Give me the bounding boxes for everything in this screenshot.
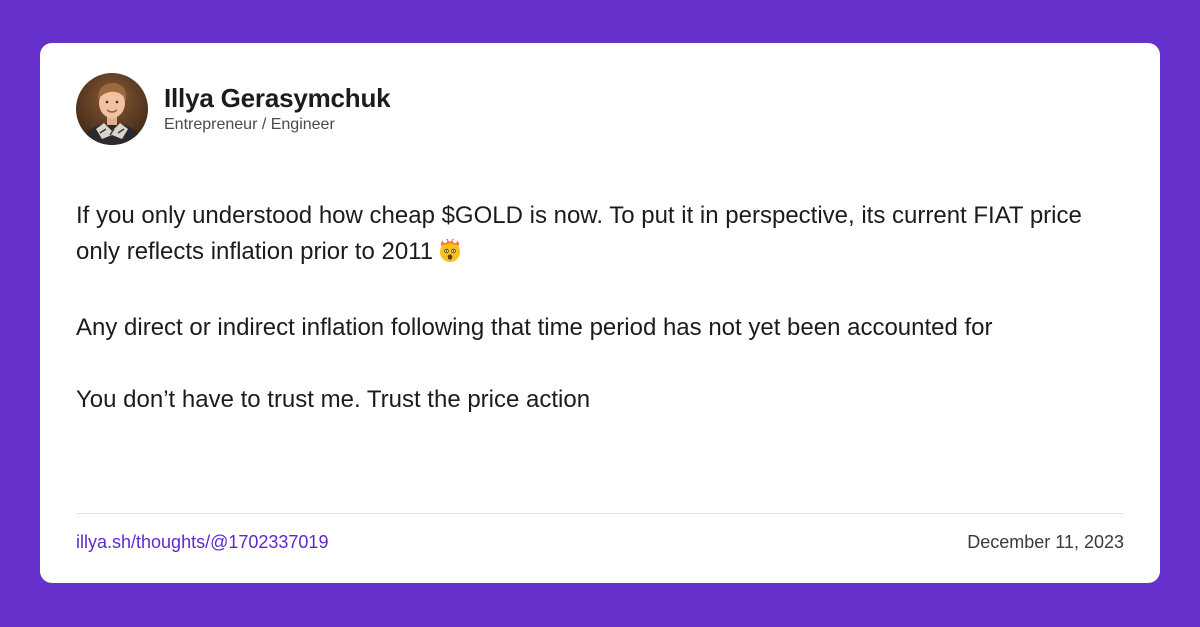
author-info: Illya Gerasymchuk Entrepreneur / Enginee…	[164, 82, 391, 136]
avatar-image	[76, 73, 148, 145]
footer-divider	[76, 513, 1124, 514]
author-role: Entrepreneur / Engineer	[164, 115, 335, 133]
post-card: Illya Gerasymchuk Entrepreneur / Enginee…	[40, 43, 1160, 583]
thought-permalink[interactable]: illya.sh/thoughts/@1702337019	[76, 530, 328, 554]
author-header: Illya Gerasymchuk Entrepreneur / Enginee…	[76, 73, 391, 145]
post-paragraph-3: You don’t have to trust me. Trust the pr…	[76, 386, 591, 413]
post-paragraph-1-text: If you only understood how cheap $GOLD i…	[76, 202, 1082, 265]
post-body: If you only understood how cheap $GOLD i…	[76, 198, 1121, 454]
post-date: December 11, 2023	[967, 532, 1124, 552]
author-name: Illya Gerasymchuk	[164, 82, 391, 113]
exploding-head-emoji-icon	[437, 237, 463, 274]
avatar	[76, 73, 148, 145]
post-paragraph-1: If you only understood how cheap $GOLD i…	[76, 198, 1121, 274]
post-paragraph-2: Any direct or indirect inflation followi…	[76, 314, 993, 341]
